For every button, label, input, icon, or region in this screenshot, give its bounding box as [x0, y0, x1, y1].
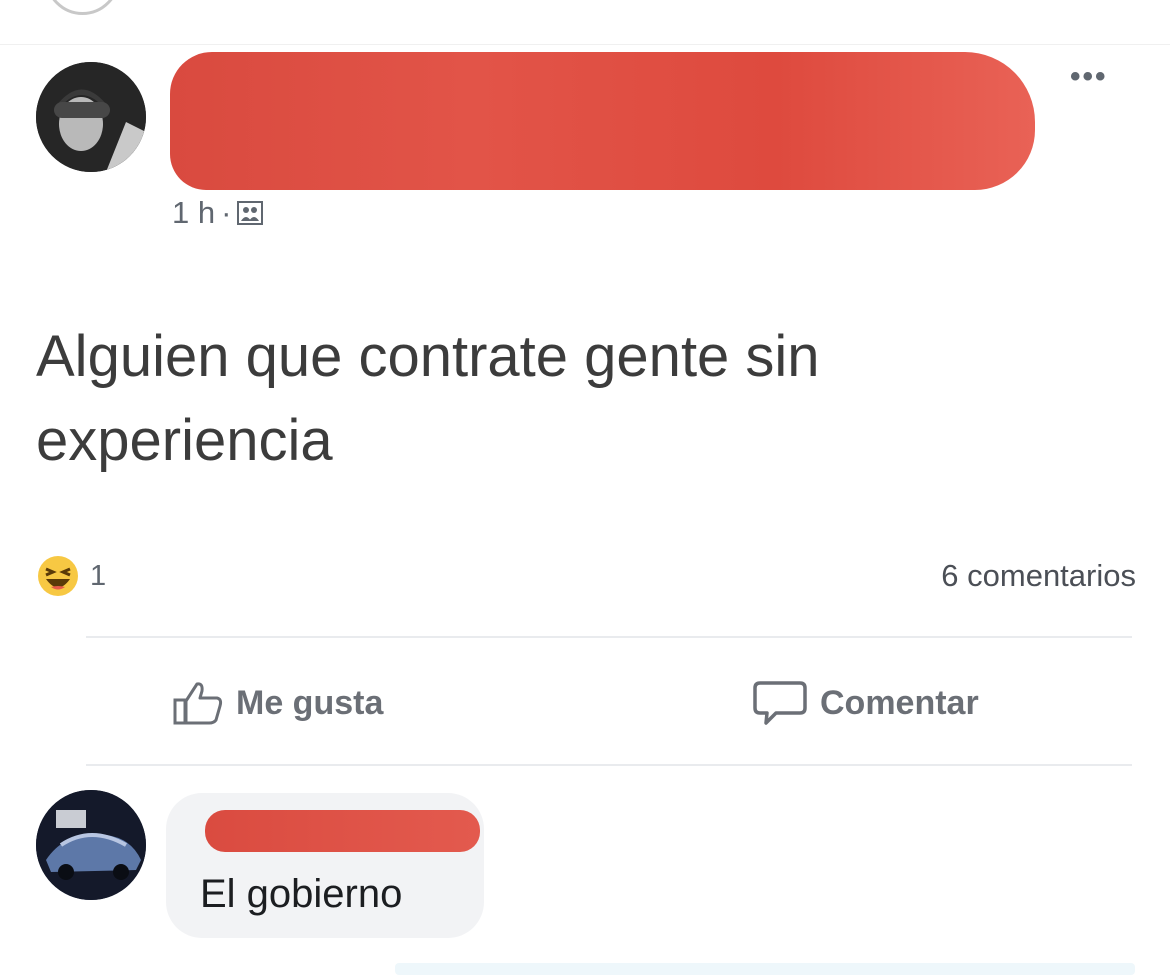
author-avatar-image — [36, 62, 146, 172]
previous-avatar — [45, 0, 120, 15]
reaction-summary[interactable]: 1 — [36, 554, 106, 598]
comment-button[interactable]: Comentar — [752, 676, 979, 730]
commenter-name-redacted — [205, 810, 480, 852]
like-button[interactable]: Me gusta — [172, 676, 383, 730]
comment-label: Comentar — [820, 683, 979, 722]
post-timestamp[interactable]: 1 h — [172, 195, 215, 231]
reaction-count: 1 — [90, 559, 107, 592]
haha-reaction-icon — [38, 556, 78, 596]
thumbs-up-icon — [173, 682, 223, 725]
friends-icon[interactable] — [237, 201, 264, 225]
commenter-avatar-image — [36, 790, 146, 900]
post-text: Alguien que contrate gente sin experienc… — [36, 324, 820, 473]
comments-count-link[interactable]: 6 comentarios — [941, 554, 1136, 598]
post-meta: 1 h · — [172, 195, 264, 231]
like-label: Me gusta — [236, 683, 384, 722]
divider — [86, 636, 1132, 638]
comment-bubble-icon — [753, 681, 807, 725]
next-element-hint — [395, 963, 1135, 975]
commenter-avatar[interactable] — [36, 790, 146, 900]
meta-separator: · — [221, 195, 232, 230]
divider — [0, 44, 1170, 45]
comment-text: El gobierno — [200, 872, 403, 916]
author-name-redacted — [170, 52, 1035, 190]
author-avatar[interactable] — [36, 62, 146, 172]
more-options-button[interactable]: ••• — [1070, 62, 1120, 92]
divider — [86, 764, 1132, 766]
